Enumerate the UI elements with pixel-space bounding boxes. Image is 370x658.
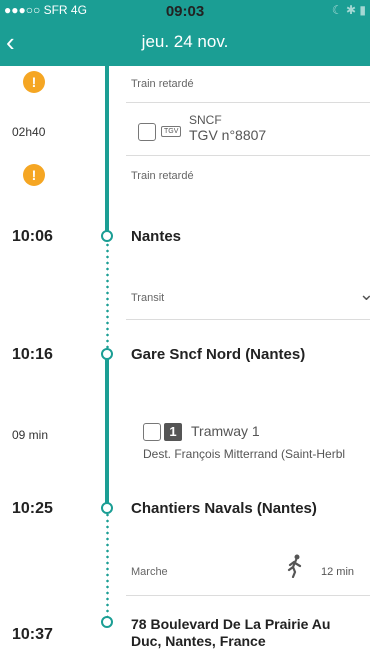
page-title: jeu. 24 nov.: [141, 32, 229, 51]
stop-name-line2: Duc, Nantes, France: [131, 633, 266, 649]
warning-icon: !: [23, 71, 45, 93]
walking-person-icon: [285, 554, 305, 579]
stop-node: [101, 616, 113, 628]
stop-time: 10:37: [12, 626, 53, 643]
stop-node: [101, 502, 113, 514]
transit-label: Transit: [131, 292, 165, 304]
tram-line: Tramway 1: [191, 423, 260, 439]
stop-name[interactable]: 78 Boulevard De La Prairie Au: [131, 616, 330, 632]
tram-destination: Dest. François Mitterrand (Saint-Herbl: [143, 447, 346, 461]
status-icons: ☾ ✱ ▮: [331, 3, 366, 17]
stop-name[interactable]: Chantiers Navals (Nantes): [131, 500, 317, 517]
stop-node: [101, 348, 113, 360]
stop-name[interactable]: Gare Sncf Nord (Nantes): [131, 346, 305, 363]
train-operator: SNCF: [189, 113, 222, 127]
divider: [126, 595, 370, 596]
warning-icon: !: [23, 164, 45, 186]
delay-notice: Train retardé: [131, 78, 194, 90]
segment-duration: 02h40: [12, 125, 46, 139]
stop-node: [101, 230, 113, 242]
segment-duration: 09 min: [12, 428, 49, 442]
divider: [126, 155, 370, 156]
walk-duration: 12 min: [321, 566, 355, 578]
stop-time: 10:25: [12, 500, 53, 517]
timeline-solid-line: [105, 66, 109, 232]
timeline-solid-line: [105, 352, 109, 506]
divider: [126, 102, 370, 103]
stop-name[interactable]: Nantes: [131, 228, 181, 245]
status-bar: ●●●○○ SFR 4G 09:03 ☾ ✱ ▮: [0, 0, 370, 20]
timeline-dotted-line: [106, 512, 109, 622]
walk-label: Marche: [131, 566, 168, 578]
tram-icon: [143, 423, 161, 441]
status-time: 09:03: [165, 3, 205, 20]
itinerary-timeline[interactable]: ! Train retardé 02h40 TGV SNCF TGV n°880…: [0, 66, 370, 658]
timeline-dotted-line: [106, 242, 109, 352]
navigation-bar: ‹ jeu. 24 nov.: [0, 20, 370, 66]
train-line: TGV n°8807: [189, 127, 267, 143]
stop-time: 10:06: [12, 228, 53, 245]
chevron-down-icon[interactable]: ⌄: [359, 284, 370, 305]
tgv-logo: TGV: [161, 126, 182, 137]
stop-time: 10:16: [12, 346, 53, 363]
tram-line-badge: 1: [164, 423, 182, 441]
train-icon: [138, 123, 156, 141]
divider: [126, 319, 370, 320]
delay-notice: Train retardé: [131, 170, 194, 182]
